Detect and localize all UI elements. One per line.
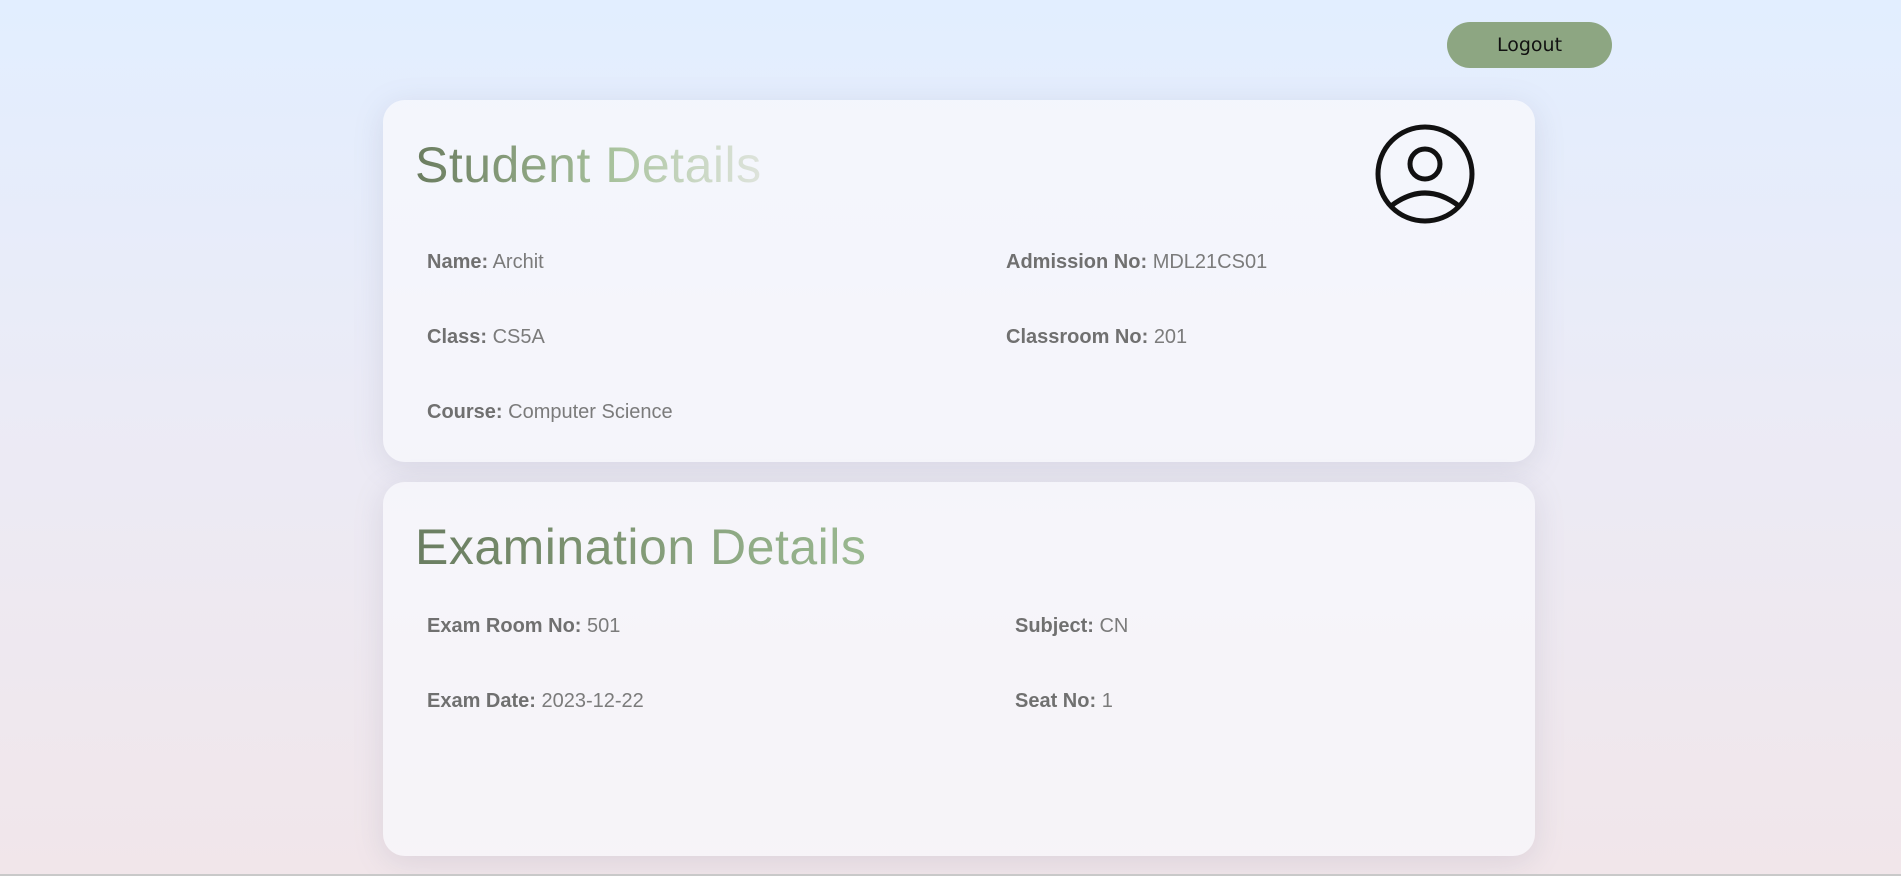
logout-button[interactable]: Logout: [1447, 22, 1612, 68]
field-label: Exam Room No:: [427, 615, 582, 637]
user-circle-icon: [1375, 124, 1475, 224]
subject-field: Subject: CN: [1015, 615, 1128, 638]
admission-no-value: MDL21CS01: [1152, 251, 1268, 273]
student-name-field: Name: Archit: [427, 251, 544, 274]
field-label: Name:: [427, 251, 489, 273]
class-value: CS5A: [492, 326, 545, 348]
field-label: Course:: [427, 401, 503, 423]
course-field: Course: Computer Science: [427, 401, 673, 424]
subject-value: CN: [1099, 615, 1129, 637]
classroom-no-value: 201: [1153, 326, 1188, 348]
examination-details-card: Examination Details Exam Room No: 501 Su…: [383, 482, 1535, 856]
student-name-value: Archit: [492, 251, 544, 273]
admission-no-field: Admission No: MDL21CS01: [1006, 251, 1267, 274]
exam-room-no-value: 501: [587, 615, 621, 637]
field-label: Classroom No:: [1006, 326, 1149, 348]
classroom-no-field: Classroom No: 201: [1006, 326, 1187, 349]
course-value: Computer Science: [508, 401, 673, 423]
exam-room-no-field: Exam Room No: 501: [427, 615, 620, 638]
seat-no-value: 1: [1101, 690, 1113, 712]
exam-date-field: Exam Date: 2023-12-22: [427, 690, 644, 713]
seat-no-field: Seat No: 1: [1015, 690, 1113, 713]
field-label: Admission No:: [1006, 251, 1148, 273]
student-details-card: Student Details Name: Archit Admission N…: [383, 100, 1535, 462]
field-label: Class:: [427, 326, 488, 348]
field-label: Subject:: [1015, 615, 1094, 637]
student-details-title: Student Details: [415, 137, 762, 193]
examination-details-title: Examination Details: [415, 519, 867, 575]
exam-date-value: 2023-12-22: [541, 690, 644, 712]
field-label: Exam Date:: [427, 690, 536, 712]
field-label: Seat No:: [1015, 690, 1097, 712]
class-field: Class: CS5A: [427, 326, 545, 349]
